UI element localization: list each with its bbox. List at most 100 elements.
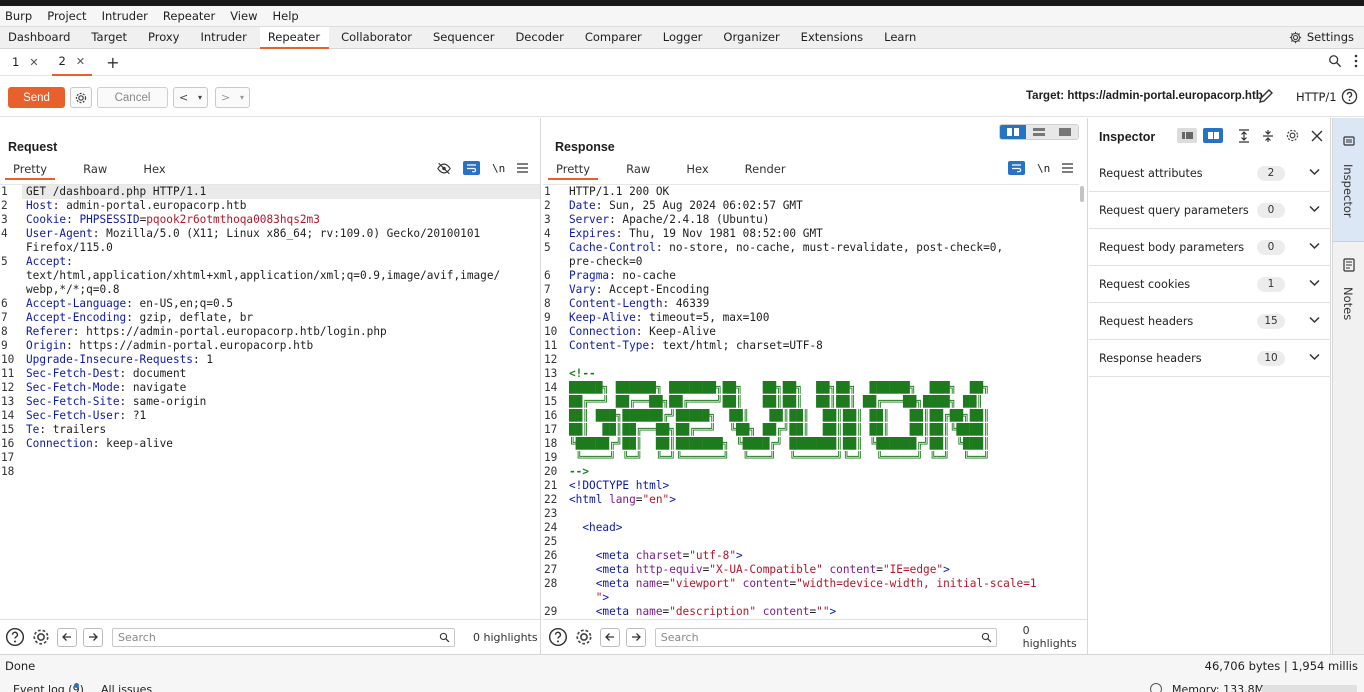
inspector-layout-split-button[interactable] [1203, 128, 1223, 143]
gear-icon[interactable] [1285, 128, 1300, 143]
menu-item-intruder[interactable]: Intruder [102, 9, 148, 23]
gear-icon[interactable] [31, 627, 51, 647]
chevron-down-icon[interactable] [1309, 353, 1320, 361]
request-editor[interactable]: 1 GET /dashboard.php HTTP/1.1 2 Host: admin… [0, 184, 540, 619]
code-token: Sec-Fetch-Mode [26, 381, 120, 394]
close-icon[interactable]: ✕ [76, 55, 85, 68]
eye-off-icon[interactable] [437, 162, 451, 175]
previous-match-button[interactable] [57, 627, 77, 647]
chevron-down-icon[interactable] [1309, 316, 1320, 324]
inspector-side-tab[interactable]: Inspector [1333, 118, 1364, 242]
request-tab-pretty[interactable]: Pretty [5, 161, 56, 180]
expand-all-icon[interactable] [1237, 128, 1251, 143]
tab-target[interactable]: Target [83, 27, 136, 49]
close-icon[interactable] [1311, 130, 1323, 142]
clock-icon [1150, 683, 1162, 692]
response-search-input[interactable]: Search [654, 627, 997, 647]
send-button[interactable]: Send [8, 87, 65, 108]
request-search-input[interactable]: Search [112, 627, 455, 647]
next-match-button[interactable] [625, 627, 646, 647]
dropdown-arrow-icon[interactable]: ▾ [240, 93, 244, 102]
history-forward-button[interactable]: > ▾ [215, 87, 250, 108]
send-options-button[interactable] [70, 87, 92, 108]
show-newlines-icon[interactable]: \n [492, 162, 505, 175]
help-icon[interactable] [5, 627, 25, 647]
settings-button[interactable]: Settings [1289, 30, 1354, 44]
inspector-section-request-body-parameters[interactable]: Request body parameters 0 [1089, 229, 1331, 266]
chevron-down-icon[interactable] [1309, 205, 1320, 213]
tab-collaborator[interactable]: Collaborator [333, 27, 421, 49]
repeater-tab-2[interactable]: 2 ✕ [51, 49, 93, 76]
cancel-button[interactable]: Cancel [97, 87, 168, 108]
gear-icon[interactable] [574, 627, 594, 647]
code-token: > [602, 591, 610, 604]
code-line: 9 Keep-Alive: timeout=5, max=100 [543, 311, 1079, 325]
add-tab-icon[interactable]: + [106, 53, 119, 72]
chevron-down-icon[interactable] [1309, 242, 1320, 250]
tab-logger[interactable]: Logger [655, 27, 712, 49]
line-number: 17 [544, 423, 558, 436]
search-icon[interactable] [1328, 54, 1342, 68]
menu-item-burp[interactable]: Burp [5, 9, 32, 23]
all-issues-link[interactable]: All issues [101, 683, 152, 692]
wrap-lines-icon[interactable] [463, 161, 480, 175]
help-icon[interactable] [548, 627, 568, 647]
response-tab-hex[interactable]: Hex [678, 161, 716, 180]
response-tab-raw[interactable]: Raw [618, 161, 658, 180]
tab-comparer[interactable]: Comparer [577, 27, 651, 49]
tab-proxy[interactable]: Proxy [140, 27, 189, 49]
menu-item-view[interactable]: View [230, 9, 257, 23]
dropdown-arrow-icon[interactable]: ▾ [198, 93, 202, 102]
layout-tabs-button[interactable] [1052, 125, 1078, 139]
chevron-down-icon[interactable] [1309, 279, 1320, 287]
inspector-section-request-query-parameters[interactable]: Request query parameters 0 [1089, 192, 1331, 229]
next-match-button[interactable] [83, 627, 103, 647]
previous-match-button[interactable] [599, 627, 620, 647]
history-back-button[interactable]: < ▾ [173, 87, 208, 108]
tab-organizer[interactable]: Organizer [715, 27, 788, 49]
code-token: : text/html; charset=UTF-8 [649, 339, 823, 352]
http-version[interactable]: HTTP/1 [1296, 90, 1337, 104]
pencil-icon[interactable] [1258, 88, 1274, 104]
menu-item-repeater[interactable]: Repeater [163, 9, 215, 23]
menu-item-help[interactable]: Help [272, 9, 298, 23]
wrap-lines-icon[interactable] [1008, 161, 1025, 175]
menu-item-project[interactable]: Project [47, 9, 86, 23]
code-line: Firefox/115.0 [0, 241, 540, 255]
arrow-right-icon [631, 633, 641, 641]
code-text: <meta name="description" content=""> [565, 605, 1079, 619]
close-icon[interactable]: ✕ [29, 56, 38, 69]
help-icon[interactable] [1341, 88, 1358, 105]
line-number: 18 [544, 437, 558, 450]
repeater-tab-1[interactable]: 1 ✕ [5, 49, 46, 76]
response-tab-pretty[interactable]: Pretty [548, 161, 599, 180]
request-tab-raw[interactable]: Raw [75, 161, 115, 180]
tab-repeater[interactable]: Repeater [259, 26, 330, 49]
chevron-down-icon[interactable] [1309, 168, 1320, 176]
collapse-all-icon[interactable] [1261, 129, 1275, 143]
menu-icon[interactable] [1062, 163, 1074, 173]
tab-dashboard[interactable]: Dashboard [0, 27, 79, 49]
response-scrollbar[interactable] [1080, 186, 1084, 202]
request-tab-hex[interactable]: Hex [135, 161, 173, 180]
tab-learn[interactable]: Learn [876, 27, 925, 49]
response-editor[interactable]: 1 HTTP/1.1 200 OK 2 Date: Sun, 25 Aug 2024 … [543, 184, 1079, 619]
layout-stacked-button[interactable] [1026, 125, 1052, 139]
inspector-section-request-cookies[interactable]: Request cookies 1 [1089, 266, 1331, 303]
response-tab-render[interactable]: Render [737, 161, 794, 180]
more-vertical-icon[interactable] [1354, 54, 1358, 68]
show-newlines-icon[interactable]: \n [1037, 162, 1050, 175]
menu-icon[interactable] [517, 163, 529, 173]
inspector-section-request-attributes[interactable]: Request attributes 2 [1089, 155, 1331, 192]
tab-sequencer[interactable]: Sequencer [425, 27, 503, 49]
notes-side-tab[interactable]: Notes [1333, 244, 1364, 328]
layout-side-by-side-button[interactable] [1000, 125, 1026, 139]
inspector-section-response-headers[interactable]: Response headers 10 [1089, 340, 1331, 377]
inspector-section-request-headers[interactable]: Request headers 15 [1089, 303, 1331, 340]
inspector-layout-list-button[interactable] [1177, 128, 1197, 143]
code-token: : keep-alive [92, 437, 173, 450]
tab-extensions[interactable]: Extensions [793, 27, 872, 49]
tab-decoder[interactable]: Decoder [507, 27, 572, 49]
code-token: : timeout=5, max=100 [635, 311, 770, 324]
tab-intruder[interactable]: Intruder [193, 27, 256, 49]
